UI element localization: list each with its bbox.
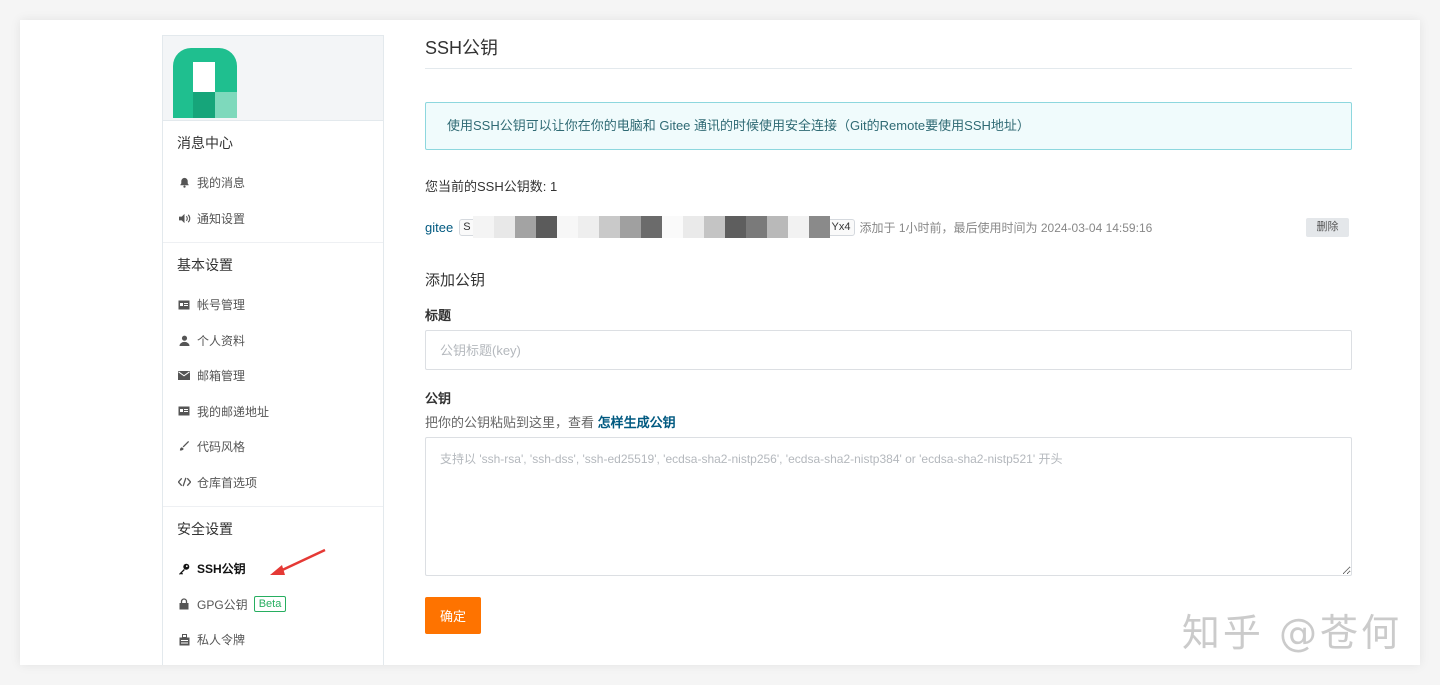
sidebar-item-label: 私人令牌 [197, 633, 246, 648]
key-count-text: 您当前的SSH公钥数: 1 [425, 179, 558, 194]
page-title: SSH公钥 [425, 34, 1352, 69]
sidebar-item-label: GPG公钥 [197, 597, 248, 612]
main-content: SSH公钥 使用SSH公钥可以让你在你的电脑和 Gitee 通讯的时候使用安全连… [425, 20, 1352, 634]
key-hint: 把你的公钥粘贴到这里，查看 怎样生成公钥 [425, 412, 1352, 431]
page-container: 消息中心 我的消息 通知设置 基本设置 帐号管理 个人资料 邮箱管理 我的邮递地… [20, 20, 1420, 665]
badge-icon [177, 633, 191, 647]
menu-group-security: 安全设置 SSH公钥 GPG公钥 Beta 私人令牌 [163, 507, 383, 664]
menu-group-basic: 基本设置 帐号管理 个人资料 邮箱管理 我的邮递地址 代码风格 仓库首选项 [163, 243, 383, 507]
sidebar-item-code-style[interactable]: 代码风格 [177, 429, 369, 465]
sidebar-item-notification-settings[interactable]: 通知设置 [177, 201, 369, 237]
fingerprint-prefix: S [463, 221, 471, 233]
code-icon [177, 475, 191, 489]
how-to-generate-key-link[interactable]: 怎样生成公钥 [598, 415, 676, 430]
fingerprint-mosaic [472, 216, 830, 238]
sidebar-item-email[interactable]: 邮箱管理 [177, 358, 369, 394]
sidebar-item-address[interactable]: 我的邮递地址 [177, 394, 369, 430]
public-key-textarea[interactable] [425, 437, 1352, 576]
key-hint-text: 把你的公钥粘贴到这里，查看 [425, 415, 598, 430]
lock-icon [177, 597, 191, 611]
id-card-icon [177, 298, 191, 312]
zhihu-watermark: 知乎 @苍何 [1181, 611, 1402, 655]
key-title-input[interactable] [425, 330, 1352, 370]
sidebar-item-account[interactable]: 帐号管理 [177, 287, 369, 323]
sidebar-item-label: 我的消息 [197, 176, 246, 191]
title-field-label: 标题 [425, 308, 452, 323]
sidebar-item-profile[interactable]: 个人资料 [177, 323, 369, 359]
sidebar-item-gpg-keys[interactable]: GPG公钥 Beta [177, 587, 369, 623]
sidebar-item-private-tokens[interactable]: 私人令牌 [177, 622, 369, 658]
volume-icon [177, 211, 191, 225]
sidebar-item-label: 通知设置 [197, 211, 246, 226]
key-name-link[interactable]: gitee [425, 220, 453, 235]
key-field-label: 公钥 [425, 391, 452, 406]
key-meta-text: 添加于 1小时前，最后使用时间为 2024-03-04 14:59:16 [859, 220, 1153, 235]
sidebar-item-label: SSH公钥 [197, 562, 246, 577]
ssh-key-row: gitee S Yx4 添加于 1小时前，最后使用时间为 2024-03-04 … [425, 216, 1352, 238]
menu-group-messages: 消息中心 我的消息 通知设置 [163, 121, 383, 243]
menu-group-title: 消息中心 [177, 135, 233, 151]
sidebar-item-label: 我的邮递地址 [197, 404, 270, 419]
address-card-icon [177, 404, 191, 418]
ssh-notice-banner: 使用SSH公钥可以让你在你的电脑和 Gitee 通讯的时候使用安全连接（Git的… [425, 102, 1352, 150]
fingerprint-suffix: Yx4 [831, 221, 851, 233]
sidebar-item-label: 邮箱管理 [197, 369, 246, 384]
key-icon [177, 562, 191, 576]
submit-button[interactable]: 确定 [425, 597, 481, 634]
user-icon [177, 333, 191, 347]
delete-key-button[interactable]: 删除 [1306, 217, 1349, 237]
key-fingerprint: S Yx4 [459, 216, 855, 238]
bell-icon [177, 176, 191, 190]
envelope-icon [177, 369, 191, 383]
menu-group-title: 基本设置 [177, 257, 233, 273]
sidebar-item-label: 代码风格 [197, 440, 246, 455]
sidebar-item-label: 个人资料 [197, 333, 246, 348]
sidebar-item-repo-preferences[interactable]: 仓库首选项 [177, 465, 369, 501]
sidebar-item-my-messages[interactable]: 我的消息 [177, 165, 369, 201]
beta-badge: Beta [253, 596, 287, 613]
user-avatar-area [163, 36, 383, 121]
red-arrow-annotation [270, 548, 326, 575]
avatar[interactable] [173, 48, 237, 118]
menu-group-title: 安全设置 [177, 521, 233, 537]
sidebar-item-label: 仓库首选项 [197, 475, 258, 490]
brush-icon [177, 440, 191, 454]
sidebar-item-label: 帐号管理 [197, 298, 246, 313]
add-key-section-title: 添加公钥 [425, 272, 486, 289]
